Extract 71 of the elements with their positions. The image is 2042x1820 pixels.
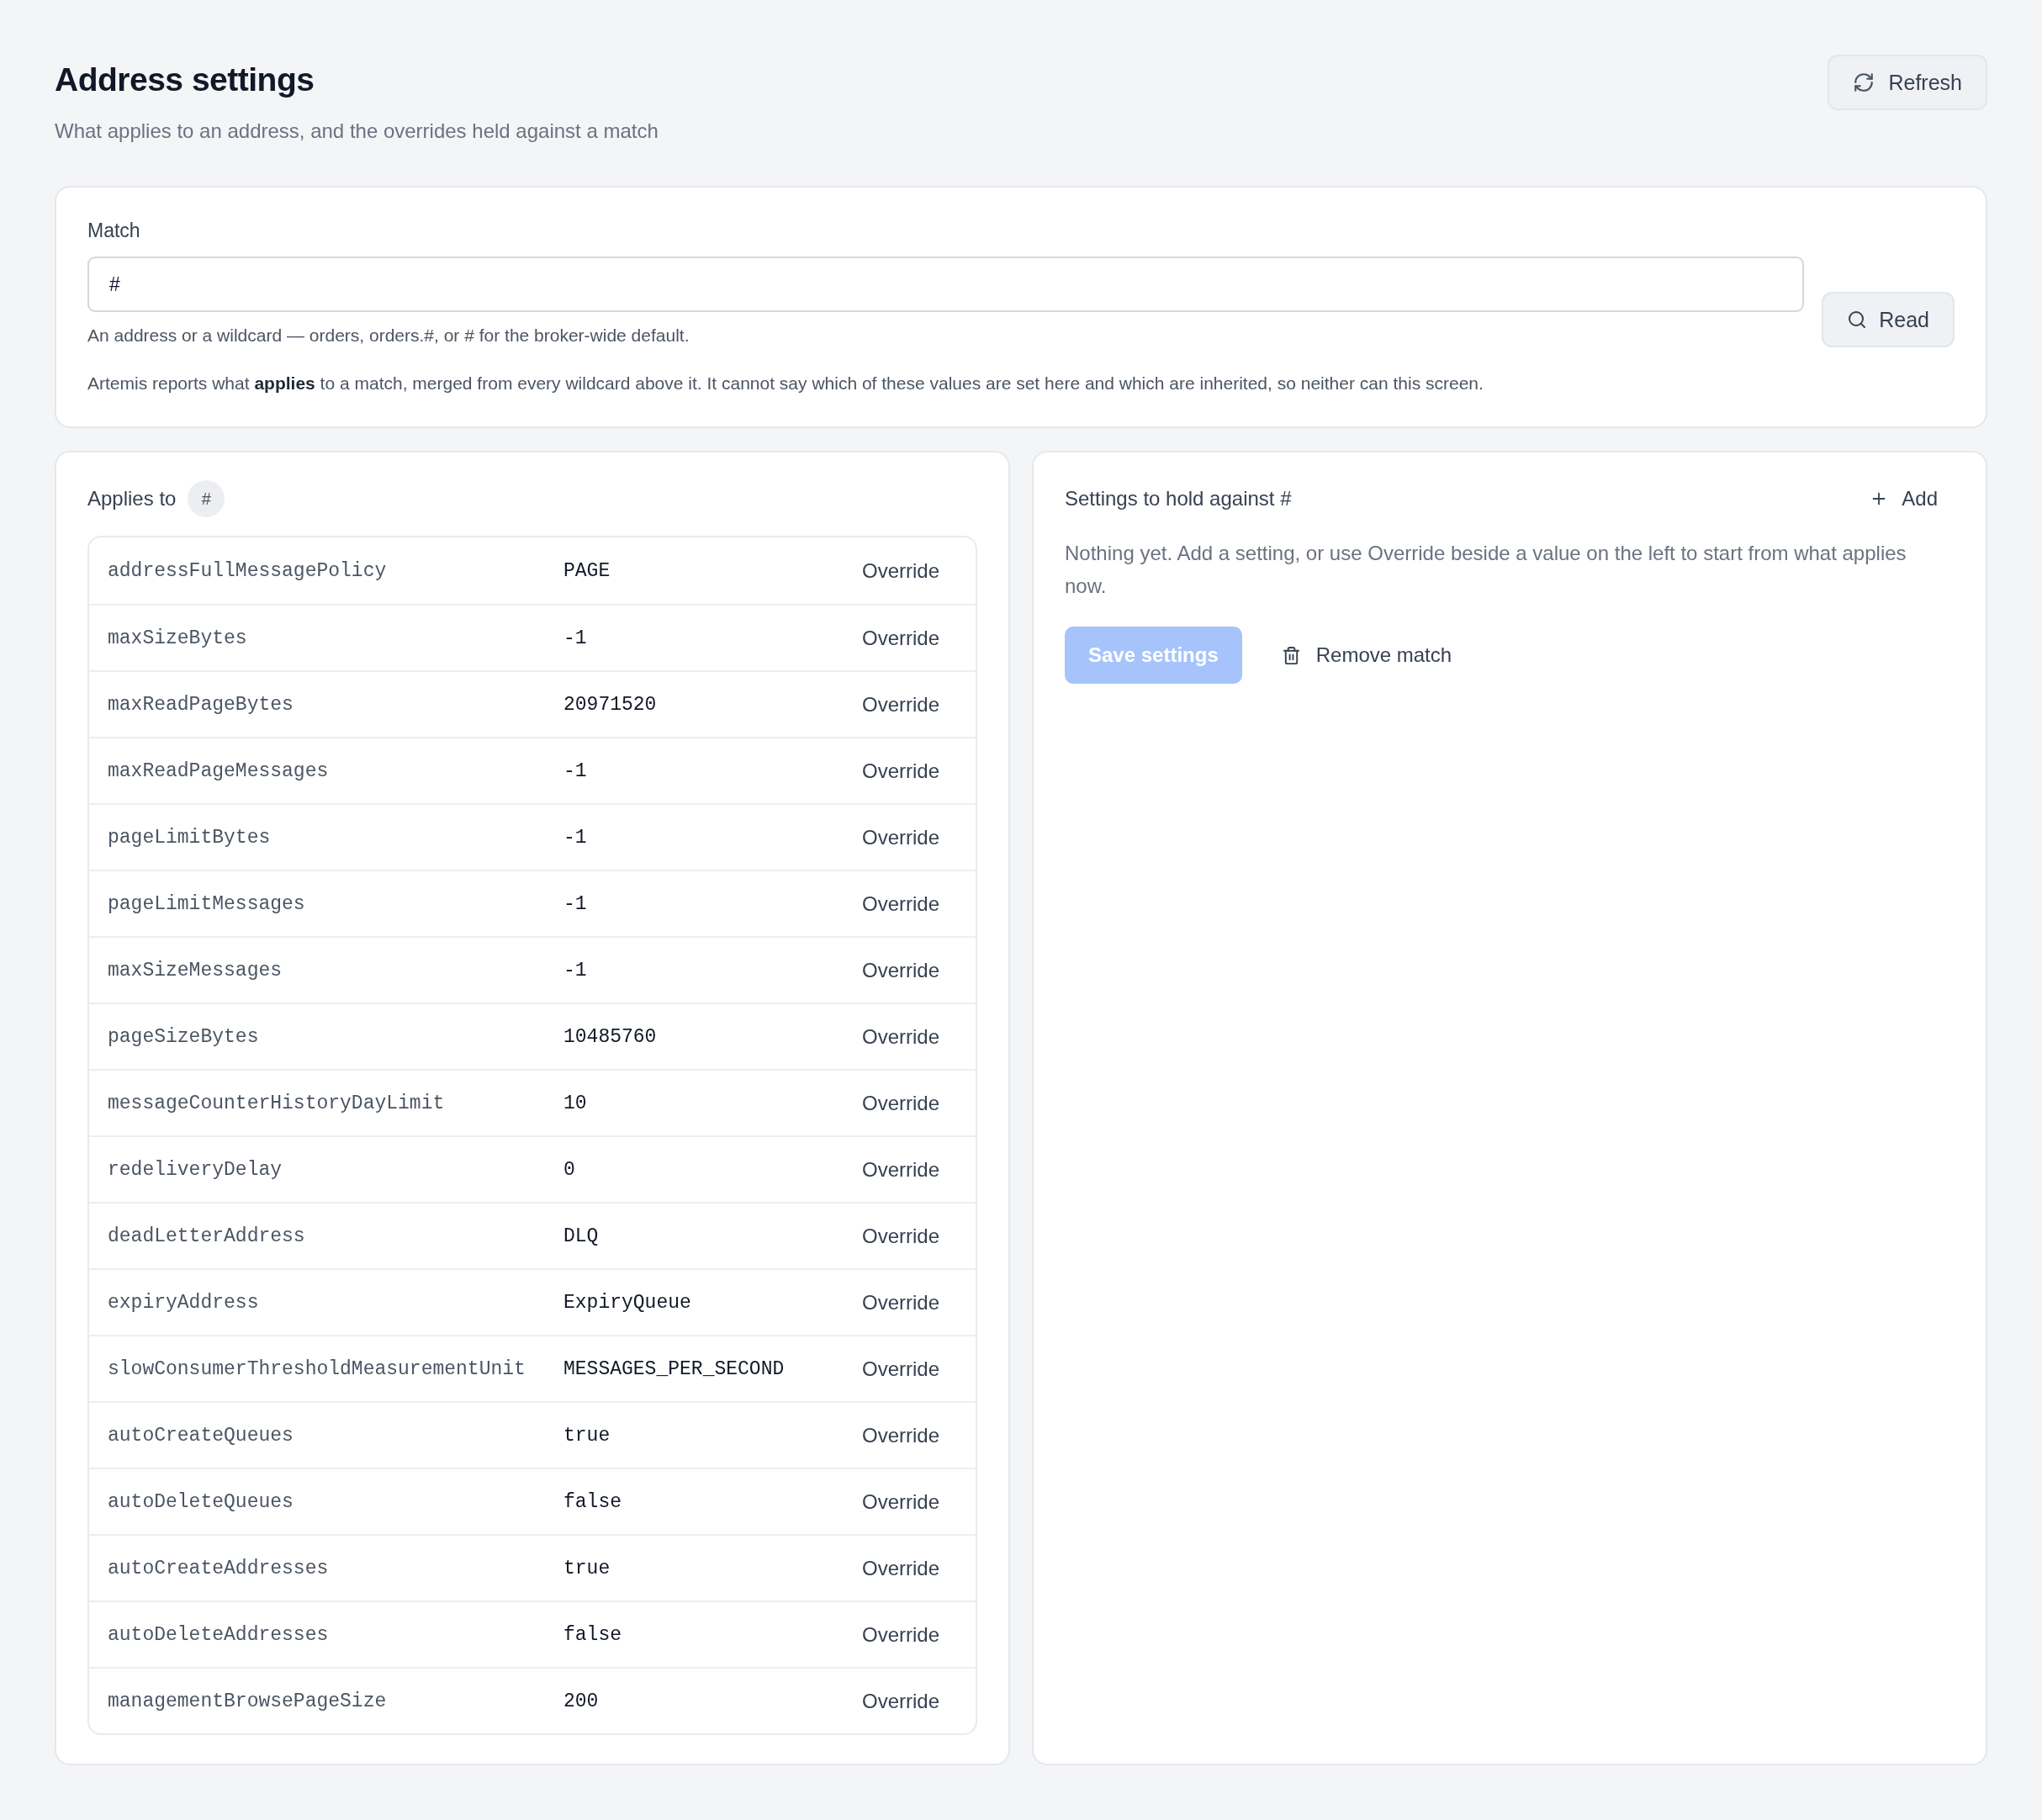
match-note: Artemis reports what applies to a match, merged from every wildcard above it. It cannot say which of these values are set here and which are inherited, so neither can this screen. [87, 373, 1484, 394]
setting-name: maxReadPageBytes [108, 693, 294, 716]
setting-name: messageCounterHistoryDayLimit [108, 1092, 445, 1114]
remove-match-button[interactable]: Remove match [1264, 635, 1469, 675]
setting-value: -1 [563, 959, 587, 981]
override-button[interactable]: Override [843, 1483, 958, 1521]
match-badge: # [188, 480, 225, 517]
override-button[interactable]: Override [843, 1018, 958, 1055]
setting-value: 10 [563, 1092, 587, 1114]
refresh-button[interactable]: Refresh [1828, 55, 1987, 110]
setting-value: false [563, 1490, 622, 1513]
setting-name: maxSizeMessages [108, 959, 283, 981]
settings-title: Settings to hold against # [1065, 486, 1292, 511]
match-hint: An address or a wildcard — orders, orders.#, or # for the broker-wide default. [87, 325, 690, 347]
setting-value: -1 [563, 892, 587, 915]
setting-name: addressFullMessagePolicy [108, 559, 387, 582]
refresh-icon [1853, 71, 1875, 93]
override-button[interactable]: Override [843, 818, 958, 856]
setting-name: deadLetterAddress [108, 1225, 305, 1247]
setting-name: maxReadPageMessages [108, 759, 329, 782]
match-input[interactable]: # [87, 257, 1805, 312]
override-button[interactable]: Override [843, 619, 958, 657]
setting-value: -1 [563, 826, 587, 849]
setting-name: maxSizeBytes [108, 627, 247, 649]
setting-name: managementBrowsePageSize [108, 1690, 387, 1712]
override-button[interactable]: Override [843, 552, 958, 590]
setting-value: -1 [563, 759, 587, 782]
override-button[interactable]: Override [843, 1151, 958, 1188]
page-subtitle: What applies to an address, and the overrides held against a match [55, 119, 659, 144]
search-icon [1847, 310, 1868, 330]
add-button[interactable]: Add [1853, 482, 1955, 516]
applies-title: Applies to [87, 486, 177, 511]
override-button[interactable]: Override [843, 1682, 958, 1720]
trash-icon [1281, 645, 1301, 665]
setting-name: autoDeleteAddresses [108, 1623, 329, 1646]
setting-value: -1 [563, 627, 587, 649]
setting-value: 200 [563, 1690, 599, 1712]
setting-value: true [563, 1424, 611, 1447]
setting-value: true [563, 1557, 611, 1579]
setting-value: ExpiryQueue [563, 1291, 691, 1314]
setting-name: autoDeleteQueues [108, 1490, 294, 1513]
setting-name: autoCreateQueues [108, 1424, 294, 1447]
setting-name: expiryAddress [108, 1291, 259, 1314]
setting-value: MESSAGES_PER_SECOND [563, 1357, 785, 1380]
override-button[interactable]: Override [843, 1549, 958, 1587]
override-button[interactable]: Override [843, 1283, 958, 1321]
override-button[interactable]: Override [843, 1416, 958, 1454]
override-button[interactable]: Override [843, 951, 958, 989]
setting-value: DLQ [563, 1225, 599, 1247]
setting-name: slowConsumerThresholdMeasurementUnit [108, 1357, 526, 1380]
page-title: Address settings [55, 61, 315, 99]
empty-message: Nothing yet. Add a setting, or use Override beside a value on the left to start from what applies now. [1065, 541, 1907, 599]
read-button[interactable]: Read [1822, 292, 1955, 347]
setting-value: 20971520 [563, 693, 657, 716]
setting-value: 10485760 [563, 1025, 657, 1048]
setting-name: redeliveryDelay [108, 1158, 283, 1181]
override-button[interactable]: Override [843, 1350, 958, 1388]
setting-name: autoCreateAddresses [108, 1557, 329, 1579]
override-button[interactable]: Override [843, 1217, 958, 1255]
setting-value: PAGE [563, 559, 611, 582]
override-button[interactable]: Override [843, 1084, 958, 1122]
override-button[interactable]: Override [843, 1616, 958, 1653]
override-button[interactable]: Override [843, 752, 958, 790]
setting-name: pageLimitBytes [108, 826, 271, 849]
setting-name: pageLimitMessages [108, 892, 305, 915]
override-button[interactable]: Override [843, 885, 958, 923]
setting-value: 0 [563, 1158, 575, 1181]
setting-value: false [563, 1623, 622, 1646]
setting-name: pageSizeBytes [108, 1025, 259, 1048]
override-button[interactable]: Override [843, 685, 958, 723]
match-label: Match [87, 219, 140, 243]
